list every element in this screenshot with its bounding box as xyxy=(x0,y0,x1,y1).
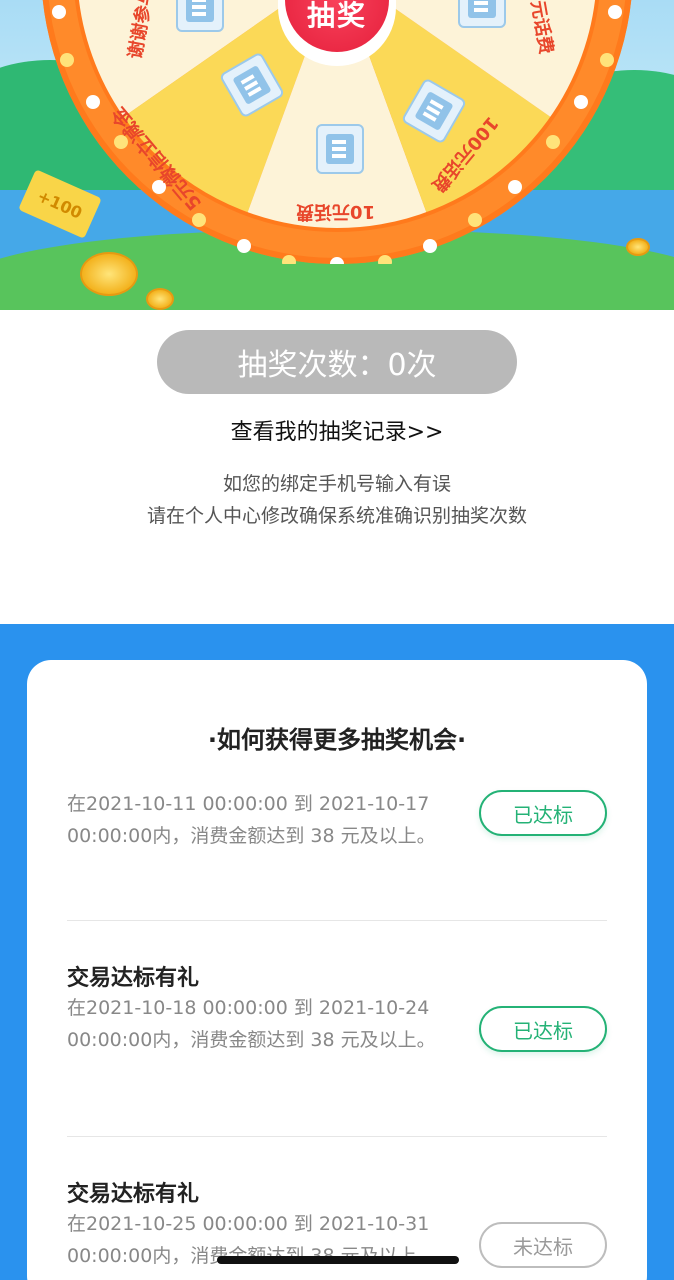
prize-wheel-scene: +100 谢谢参与 元话费 5元微信立减金 10元话费 100元话费 抽奖 xyxy=(0,0,674,310)
draw-count-label: 抽奖次数：0次 xyxy=(237,348,437,383)
coin-icon xyxy=(146,288,174,310)
task-description: 在2021-10-11 00:00:00 到 2021-10-17 00:00:… xyxy=(67,793,436,847)
task-status-button[interactable]: 已达标 xyxy=(479,1006,607,1052)
phone-notice: 如您的绑定手机号输入有误 请在个人中心修改确保系统准确识别抽奖次数 xyxy=(0,468,674,532)
gift-icon xyxy=(458,0,506,28)
task-status-button[interactable]: 已达标 xyxy=(479,790,607,836)
notice-line-2: 请在个人中心修改确保系统准确识别抽奖次数 xyxy=(146,505,527,527)
home-indicator[interactable] xyxy=(217,1256,459,1264)
task-item: 交易达标有礼 在2021-10-18 00:00:00 到 2021-10-24… xyxy=(67,960,607,1056)
prize-10-credit: 10元话费 xyxy=(296,201,376,222)
gift-icon xyxy=(316,124,364,174)
divider xyxy=(67,920,607,921)
task-item: 在2021-10-11 00:00:00 到 2021-10-17 00:00:… xyxy=(67,788,607,852)
task-title: 交易达标有礼 xyxy=(67,966,200,991)
task-title: 交易达标有礼 xyxy=(67,1182,200,1207)
notice-line-1: 如您的绑定手机号输入有误 xyxy=(222,473,451,495)
draw-count-pill: 抽奖次数：0次 xyxy=(157,330,517,394)
spin-button-face[interactable]: 点击 抽奖 xyxy=(285,0,389,52)
spin-button-label: 抽奖 xyxy=(306,0,367,32)
task-description: 在2021-10-18 00:00:00 到 2021-10-24 00:00:… xyxy=(67,997,436,1051)
gift-icon xyxy=(176,0,224,32)
tasks-title: ·如何获得更多抽奖机会· xyxy=(207,726,467,754)
draw-record-link[interactable]: 查看我的抽奖记录>> xyxy=(0,414,674,446)
task-status-button[interactable]: 未达标 xyxy=(479,1222,607,1268)
divider xyxy=(67,1136,607,1137)
